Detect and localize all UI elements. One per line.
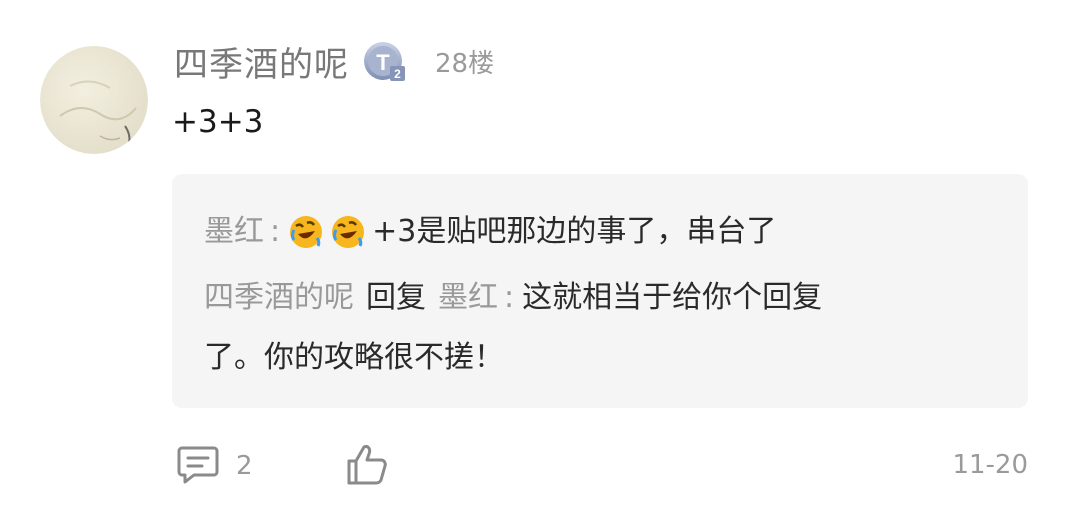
reply-text-line-2: 了。你的攻略很不搓！ [204, 340, 504, 375]
reply-text-line-1: 这就相当于给你个回复 [522, 280, 823, 315]
floor-number: 28楼 [435, 48, 495, 79]
avatar[interactable] [40, 46, 148, 154]
comment-count: 2 [236, 451, 253, 481]
colon: : [504, 280, 515, 315]
reply-author[interactable]: 四季酒的呢 [204, 278, 354, 318]
comment-date: 11-20 [952, 450, 1028, 480]
comment-icon [176, 442, 220, 490]
comment-count-button[interactable]: 2 [176, 442, 253, 490]
like-button[interactable] [344, 442, 390, 490]
reply-item[interactable]: 四季酒的呢 回复 墨红 : 这就相当于给你个回复 [204, 278, 822, 318]
reply-text: +3是贴吧那边的事了，串台了 [372, 214, 777, 249]
svg-text:T: T [376, 50, 390, 75]
reply-item[interactable]: 墨红 : +3是贴吧那边的事了，串台了 [204, 212, 776, 252]
laughing-crying-emoji-icon [288, 214, 324, 250]
tieba-level-badge-icon: T 2 [363, 39, 407, 83]
username[interactable]: 四季酒的呢 [174, 37, 349, 86]
reply-box[interactable]: 墨红 : +3是贴吧那边的事了，串台了 四季酒的呢 回复 墨红: 这就相当于给… [172, 174, 1028, 408]
svg-text:2: 2 [394, 67, 401, 81]
reply-to-user[interactable]: 墨红 [438, 278, 498, 318]
reply-word: 回复 [366, 280, 426, 315]
comment-header: 四季酒的呢 T 2 28楼 [174, 36, 494, 86]
comment-content: +3+3 [172, 104, 264, 140]
thumbs-up-icon [344, 441, 390, 491]
reply-author[interactable]: 墨红 [204, 212, 264, 252]
reply-text-continuation: 了。你的攻略很不搓！ [204, 338, 504, 378]
colon: : [270, 214, 281, 249]
laughing-crying-emoji-icon [330, 214, 366, 250]
